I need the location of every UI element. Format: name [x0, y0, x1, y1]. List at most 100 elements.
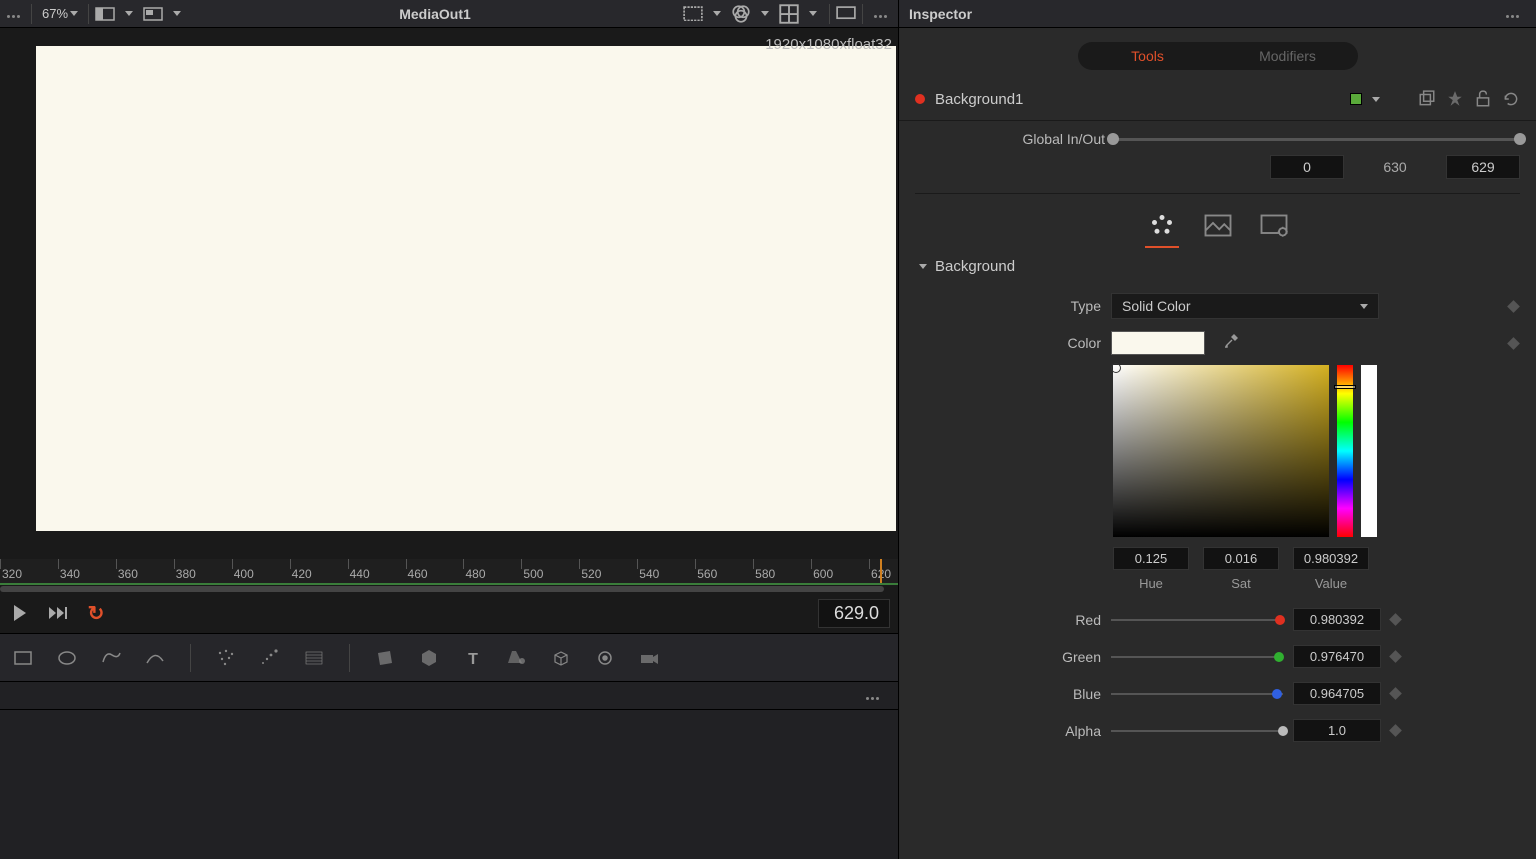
range-handle-in[interactable]	[1107, 133, 1119, 145]
alpha-slider-row[interactable]	[1111, 730, 1283, 732]
layout-split-icon[interactable]	[95, 6, 115, 22]
viewer-panel: 67% MediaOut1	[0, 0, 898, 859]
keyframe-diamond-icon[interactable]	[1389, 724, 1402, 737]
saturation-value-box[interactable]	[1113, 365, 1329, 537]
ellipse-tool-icon[interactable]	[54, 645, 80, 671]
ruler-tick: 500	[521, 559, 522, 585]
tool-color-dot-icon[interactable]	[915, 94, 925, 104]
alpha-slider[interactable]	[1361, 365, 1377, 537]
chevron-down-icon[interactable]	[119, 6, 139, 22]
timeline-scrollbar[interactable]	[0, 585, 898, 593]
tile-color-icon[interactable]	[1350, 93, 1362, 105]
keyframe-diamond-icon[interactable]	[1507, 300, 1520, 313]
monitor-icon[interactable]	[836, 6, 856, 22]
chevron-down-icon[interactable]	[803, 6, 823, 22]
keyframe-diamond-icon[interactable]	[1389, 650, 1402, 663]
zoom-dropdown[interactable]: 67%	[36, 6, 84, 21]
image-tab-icon[interactable]	[1203, 210, 1233, 240]
options-icon[interactable]	[867, 5, 894, 23]
node-name[interactable]: Background1	[935, 91, 1340, 108]
global-out-field[interactable]: 629	[1446, 155, 1520, 179]
cube-icon[interactable]	[548, 645, 574, 671]
noise-icon[interactable]	[301, 645, 327, 671]
chevron-down-icon[interactable]	[167, 6, 187, 22]
lens-icon[interactable]	[592, 645, 618, 671]
settings-tab-icon[interactable]	[1259, 210, 1289, 240]
reset-icon[interactable]	[1502, 90, 1520, 108]
blue-slider[interactable]	[1111, 693, 1283, 695]
chevron-down-icon[interactable]	[1372, 97, 1380, 102]
shape3d-icon[interactable]	[416, 645, 442, 671]
color-tab-icon[interactable]	[1147, 210, 1177, 240]
chevron-down-icon[interactable]	[755, 6, 775, 22]
polyline-tool-icon[interactable]	[98, 645, 124, 671]
viewer-canvas[interactable]	[36, 46, 896, 531]
playback-controls: ↻ 629.0	[0, 593, 898, 633]
sat-field[interactable]: 0.016	[1203, 547, 1279, 570]
grid-icon[interactable]	[779, 6, 799, 22]
keyframe-diamond-icon[interactable]	[1389, 613, 1402, 626]
pin-icon[interactable]	[1446, 90, 1464, 108]
particles-direction-icon[interactable]	[257, 645, 283, 671]
slider-handle[interactable]	[1272, 689, 1282, 699]
rectangle-tool-icon[interactable]	[10, 645, 36, 671]
tab-modifiers[interactable]: Modifiers	[1218, 42, 1358, 70]
options-icon[interactable]	[859, 687, 886, 705]
zoom-value: 67%	[42, 6, 68, 21]
channels-icon[interactable]	[731, 6, 751, 22]
sv-marker[interactable]	[1111, 363, 1121, 373]
viewer-area[interactable]: 1920x1080xfloat32	[0, 28, 898, 531]
chevron-down-icon	[1360, 304, 1368, 309]
keyframe-diamond-icon[interactable]	[1507, 337, 1520, 350]
hue-field[interactable]: 0.125	[1113, 547, 1189, 570]
playhead-marker[interactable]	[880, 559, 882, 585]
ruler-tick: 360	[116, 559, 117, 585]
global-in-field[interactable]: 0	[1270, 155, 1344, 179]
ruler-tick: 320	[0, 559, 1, 585]
go-to-end-button[interactable]	[46, 601, 70, 625]
options-icon[interactable]	[0, 5, 27, 23]
green-field[interactable]: 0.976470	[1293, 645, 1381, 668]
layout-single-icon[interactable]	[143, 6, 163, 22]
keyframe-diamond-icon[interactable]	[1389, 687, 1402, 700]
range-handle-out[interactable]	[1514, 133, 1526, 145]
red-slider[interactable]	[1111, 619, 1283, 621]
hue-slider[interactable]	[1337, 365, 1353, 537]
color-swatch[interactable]	[1111, 331, 1205, 355]
node-area[interactable]	[0, 681, 898, 859]
text-tool-icon[interactable]: T	[460, 645, 486, 671]
value-field[interactable]: 0.980392	[1293, 547, 1369, 570]
scrollbar-thumb[interactable]	[0, 586, 884, 592]
timeline-ruler[interactable]: 3203403603804004204404604805005205405605…	[0, 559, 898, 585]
slider-handle[interactable]	[1278, 726, 1288, 736]
timecode-field[interactable]: 629.0	[818, 599, 890, 628]
lock-icon[interactable]	[1474, 90, 1492, 108]
plane-icon[interactable]	[372, 645, 398, 671]
slider-handle[interactable]	[1275, 615, 1285, 625]
hue-marker[interactable]	[1334, 385, 1356, 389]
particles-icon[interactable]	[213, 645, 239, 671]
section-background-toggle[interactable]: Background	[915, 250, 1520, 283]
roi-icon[interactable]	[683, 6, 703, 22]
versions-icon[interactable]	[1418, 90, 1436, 108]
slider-handle[interactable]	[1274, 652, 1284, 662]
options-icon[interactable]	[1499, 5, 1526, 23]
alpha-field[interactable]: 1.0	[1293, 719, 1381, 742]
chevron-down-icon	[70, 11, 78, 16]
loop-button[interactable]: ↻	[84, 601, 108, 625]
tab-tools[interactable]: Tools	[1078, 42, 1218, 70]
chevron-down-icon[interactable]	[707, 6, 727, 22]
global-range-slider[interactable]	[1113, 138, 1520, 141]
bspline-tool-icon[interactable]	[142, 645, 168, 671]
camera-icon[interactable]	[636, 645, 662, 671]
eyedropper-icon[interactable]	[1223, 333, 1239, 354]
inspector-subtabs	[915, 193, 1520, 250]
type-value: Solid Color	[1122, 298, 1190, 314]
green-slider[interactable]	[1111, 656, 1283, 658]
red-field[interactable]: 0.980392	[1293, 608, 1381, 631]
global-duration-text: 630	[1358, 159, 1432, 175]
type-dropdown[interactable]: Solid Color	[1111, 293, 1379, 319]
blue-field[interactable]: 0.964705	[1293, 682, 1381, 705]
play-button[interactable]	[8, 601, 32, 625]
spotlight-icon[interactable]	[504, 645, 530, 671]
